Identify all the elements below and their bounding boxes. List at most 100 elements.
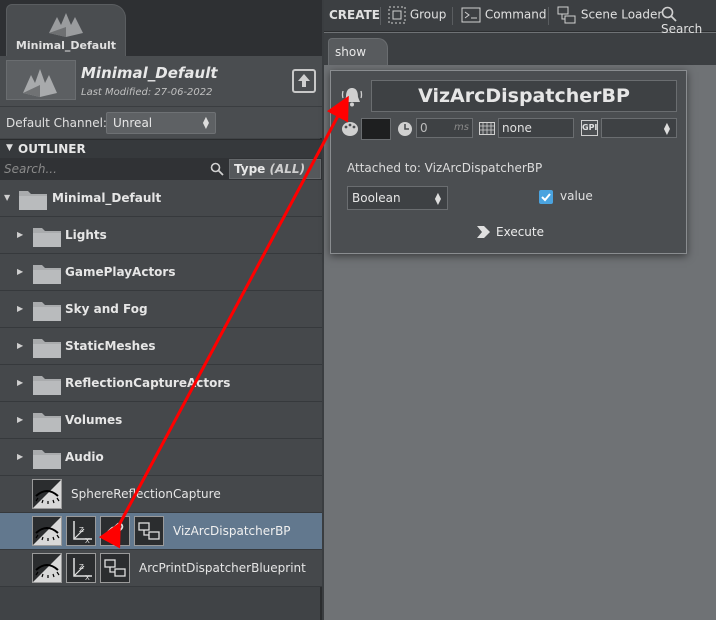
hierarchy-icon[interactable]	[100, 553, 130, 583]
command-label: Command	[484, 7, 547, 22]
expand-icon[interactable]: ▶	[17, 341, 23, 350]
gpi-select[interactable]: ▲ ▼	[601, 118, 677, 138]
tree-folder-gameplayactors[interactable]: ▶ GamePlayActors	[0, 254, 322, 291]
color-swatch[interactable]	[361, 118, 391, 140]
folder-icon	[33, 413, 61, 432]
expand-icon[interactable]: ▶	[17, 415, 23, 424]
toolbar-divider	[548, 7, 549, 25]
tree-root[interactable]: ▼ Minimal_Default	[0, 180, 322, 217]
default-channel-select[interactable]: Unreal ▲ ▼	[106, 112, 216, 134]
clock-icon	[398, 122, 412, 136]
group-label: Group	[409, 7, 447, 22]
updown-icon: ▲ ▼	[202, 115, 209, 130]
project-tab-bar: Minimal_Default	[0, 0, 322, 56]
outliner-search-input[interactable]	[2, 160, 227, 178]
upload-button[interactable]	[292, 69, 316, 93]
gpi-icon: GPI	[581, 120, 598, 136]
create-label: CREATE	[329, 8, 380, 22]
visibility-eye-icon[interactable]	[32, 516, 62, 546]
folder-icon	[33, 450, 61, 469]
execute-icon	[477, 226, 490, 238]
collapse-icon[interactable]: ▼	[4, 193, 10, 202]
tree-object-label: SphereReflectionCapture	[71, 487, 221, 501]
tree-folder-volumes[interactable]: ▶ Volumes	[0, 402, 322, 439]
tree-folder-sky-and-fog[interactable]: ▶ Sky and Fog	[0, 291, 322, 328]
expand-icon[interactable]: ▶	[17, 304, 23, 313]
folder-icon	[19, 191, 47, 210]
tree-folder-label: Volumes	[65, 413, 123, 427]
tree-object-vizarcdispatcherbp[interactable]: ZX VizArcDispatcherBP	[0, 513, 322, 550]
group-button[interactable]: Group	[388, 6, 446, 24]
updown-icon: ▲ ▼	[434, 191, 441, 206]
link-icon[interactable]	[100, 516, 130, 546]
outliner-title: OUTLINER	[18, 142, 86, 156]
toolbar-search-button[interactable]: Search	[661, 6, 716, 36]
upload-icon	[298, 74, 310, 87]
collapse-icon: ▼	[6, 143, 13, 153]
folder-icon	[33, 265, 61, 284]
tree-folder-staticmeshes[interactable]: ▶ StaticMeshes	[0, 328, 322, 365]
tree-folder-label: GamePlayActors	[65, 265, 176, 279]
popup-title: VizArcDispatcherBP	[371, 80, 677, 112]
delay-unit: ms	[454, 122, 469, 133]
svg-text:X: X	[85, 537, 90, 545]
visibility-eye-icon[interactable]	[32, 553, 62, 583]
project-thumbnail-icon	[23, 69, 57, 97]
tree-folder-label: Sky and Fog	[65, 302, 148, 316]
page-tab-strip: show	[324, 33, 716, 65]
tree-root-label: Minimal_Default	[52, 191, 162, 205]
search-icon[interactable]	[210, 162, 224, 176]
tree-object-arcprintdispatcherblueprint[interactable]: ZX ArcPrintDispatcherBlueprint	[0, 550, 322, 587]
search-icon	[661, 6, 677, 22]
axes-transform-icon[interactable]: ZX	[66, 516, 96, 546]
project-logo-icon	[49, 13, 83, 37]
project-last-modified: Last Modified: 27-06-2022	[81, 87, 213, 98]
delay-ms-field[interactable]: 0 ms	[416, 118, 473, 138]
tree-folder-lights[interactable]: ▶ Lights	[0, 217, 322, 254]
value-checkbox[interactable]	[539, 190, 553, 204]
command-icon	[461, 7, 481, 23]
scene-loader-button[interactable]: Scene Loader	[557, 6, 662, 24]
default-channel-row: Default Channel: Unreal ▲ ▼	[0, 106, 322, 138]
value-type: Boolean	[352, 191, 401, 205]
palette-icon	[342, 122, 358, 136]
template-popup: VizArcDispatcherBP 0 ms none GPI ▲ ▼ Atta…	[330, 70, 687, 254]
project-panel: Minimal_Default Minimal_Default Last Mod…	[0, 0, 322, 620]
project-tab[interactable]: Minimal_Default	[6, 4, 126, 56]
default-channel-value: Unreal	[113, 116, 153, 130]
svg-text:Z: Z	[79, 563, 84, 571]
axes-transform-icon[interactable]: ZX	[66, 553, 96, 583]
expand-icon[interactable]: ▶	[17, 452, 23, 461]
hierarchy-icon[interactable]	[134, 516, 164, 546]
attached-to-label: Attached to: VizArcDispatcherBP	[347, 161, 543, 175]
expand-icon[interactable]: ▶	[17, 230, 23, 239]
folder-icon	[33, 228, 61, 247]
execute-label: Execute	[496, 225, 544, 239]
toolbar-divider	[452, 7, 453, 25]
folder-icon	[33, 376, 61, 395]
scene-loader-icon	[557, 6, 576, 24]
expand-icon[interactable]: ▶	[17, 378, 23, 387]
type-filter-label: Type	[234, 162, 266, 176]
folder-icon	[33, 302, 61, 321]
type-filter-select[interactable]: Type (ALL)	[229, 159, 321, 179]
tree-folder-label: ReflectionCaptureActors	[65, 376, 231, 390]
grid-field[interactable]: none	[498, 118, 574, 138]
tree-object-label: ArcPrintDispatcherBlueprint	[139, 561, 306, 575]
delay-value: 0	[420, 121, 428, 135]
expand-icon[interactable]: ▶	[17, 267, 23, 276]
tree-folder-label: StaticMeshes	[65, 339, 156, 353]
outliner-header[interactable]: ▼ OUTLINER	[0, 139, 322, 158]
default-channel-label: Default Channel:	[6, 116, 107, 130]
value-type-select[interactable]: Boolean ▲ ▼	[347, 186, 448, 210]
toolbar-divider	[380, 7, 381, 25]
command-button[interactable]: Command	[461, 6, 547, 24]
visibility-eye-icon[interactable]	[32, 479, 62, 509]
tab-show[interactable]: show	[328, 38, 388, 65]
bell-icon[interactable]	[341, 85, 363, 109]
tree-folder-audio[interactable]: ▶ Audio	[0, 439, 322, 476]
type-filter-value: (ALL)	[269, 162, 306, 176]
tree-object-spherereflectioncapture[interactable]: SphereReflectionCapture	[0, 476, 322, 513]
checkmark-icon	[541, 193, 551, 202]
tree-folder-reflectioncaptureactors[interactable]: ▶ ReflectionCaptureActors	[0, 365, 322, 402]
